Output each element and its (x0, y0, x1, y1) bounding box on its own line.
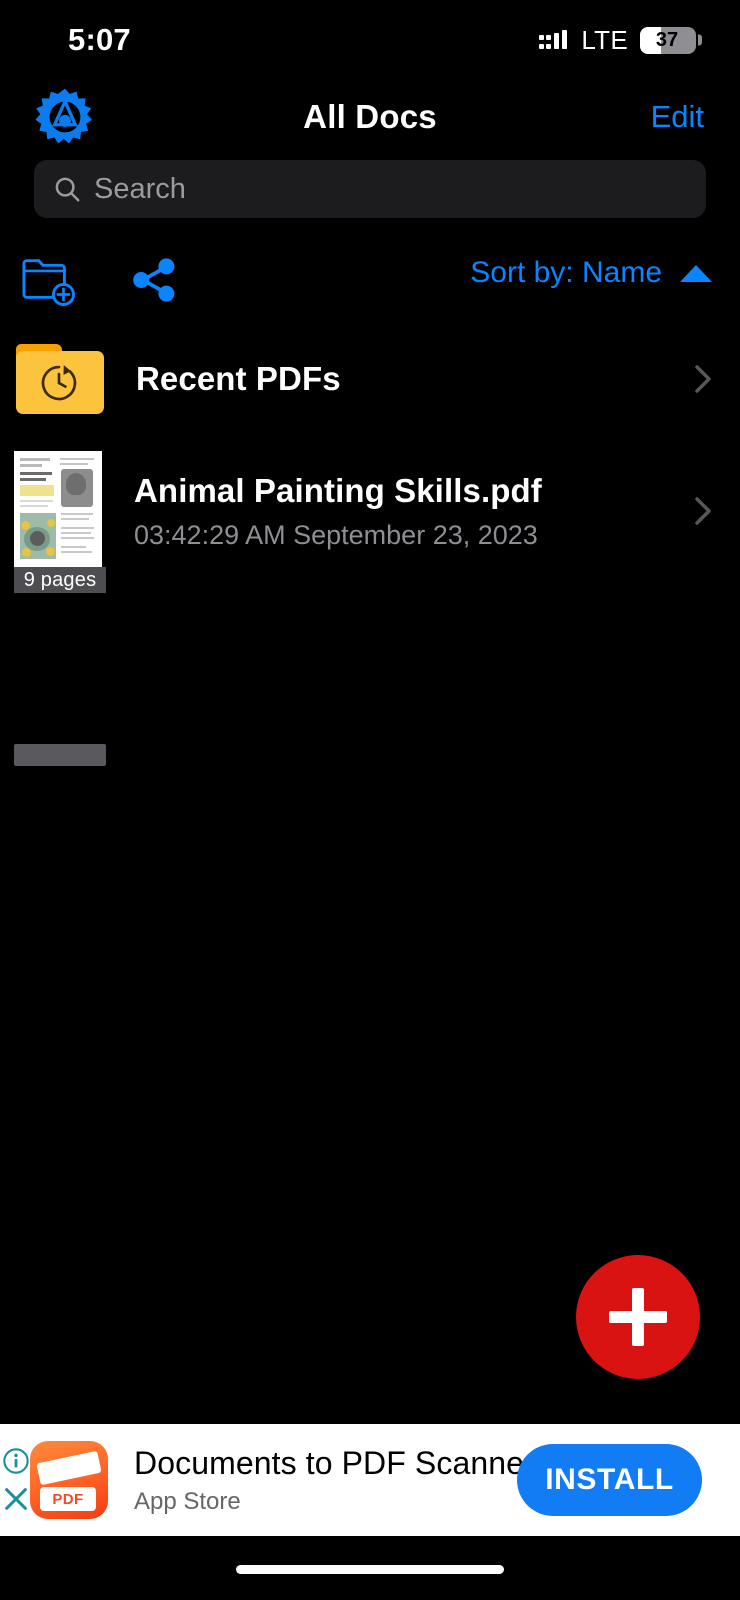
sort-control[interactable]: Sort by: Name (470, 256, 712, 290)
share-icon-svg (128, 254, 180, 306)
info-circle-icon[interactable] (2, 1447, 30, 1475)
navigation-bar: All Docs Edit (0, 82, 740, 152)
chevron-right-icon (694, 496, 712, 526)
folder-label-placeholder (14, 744, 106, 766)
document-thumbnail: 9 pages (14, 451, 102, 571)
share-icon[interactable] (124, 250, 184, 310)
search-input[interactable] (94, 160, 688, 218)
search-icon (52, 174, 82, 204)
close-x-icon[interactable] (2, 1485, 30, 1513)
network-type-label: LTE (581, 25, 628, 56)
toolbar: Sort by: Name (0, 248, 740, 314)
page-title: All Docs (0, 98, 740, 136)
add-document-button[interactable] (576, 1255, 700, 1379)
clock-glyph-icon (38, 362, 80, 404)
triangle-up-icon (680, 265, 712, 282)
edit-button[interactable]: Edit (651, 99, 704, 135)
ad-text-group: Documents to PDF Scanner App Store (134, 1445, 535, 1516)
battery-percent-label: 37 (640, 27, 696, 54)
signal-dots-icon (539, 30, 569, 51)
ad-app-icon-label: PDF (52, 1491, 83, 1508)
document-info: Animal Painting Skills.pdf 03:42:29 AM S… (134, 472, 542, 551)
folder-add-icon-svg (20, 253, 78, 307)
ad-title: Documents to PDF Scanner (134, 1445, 535, 1482)
sort-label: Sort by: Name (470, 256, 662, 290)
chevron-right-icon (694, 364, 712, 394)
list-item-animal-painting-pdf[interactable]: 9 pages Animal Painting Skills.pdf 03:42… (0, 446, 740, 576)
page-count-badge: 9 pages (14, 567, 106, 593)
ad-subtitle: App Store (134, 1488, 535, 1516)
list-item-recent-pdfs[interactable]: Recent PDFs (0, 330, 740, 428)
install-button[interactable]: INSTALL (517, 1444, 702, 1516)
folder-add-icon[interactable] (18, 250, 80, 310)
plus-icon-vertical (632, 1288, 644, 1346)
home-indicator (236, 1565, 504, 1574)
document-name: Animal Painting Skills.pdf (134, 472, 542, 510)
search-bar[interactable] (34, 160, 706, 218)
document-list: Recent PDFs (0, 330, 740, 428)
status-bar-right-group: LTE 37 (539, 25, 696, 56)
status-time: 5:07 (68, 22, 131, 58)
list-item-title: Recent PDFs (136, 360, 341, 398)
ad-banner[interactable]: PDF Documents to PDF Scanner App Store I… (0, 1424, 740, 1536)
folder-clock-icon (16, 344, 104, 414)
document-timestamp: 03:42:29 AM September 23, 2023 (134, 520, 542, 551)
status-bar: 5:07 LTE 37 (0, 0, 740, 76)
ad-app-icon: PDF (30, 1441, 108, 1519)
ad-controls (2, 1447, 30, 1513)
battery-icon: 37 (640, 27, 696, 54)
